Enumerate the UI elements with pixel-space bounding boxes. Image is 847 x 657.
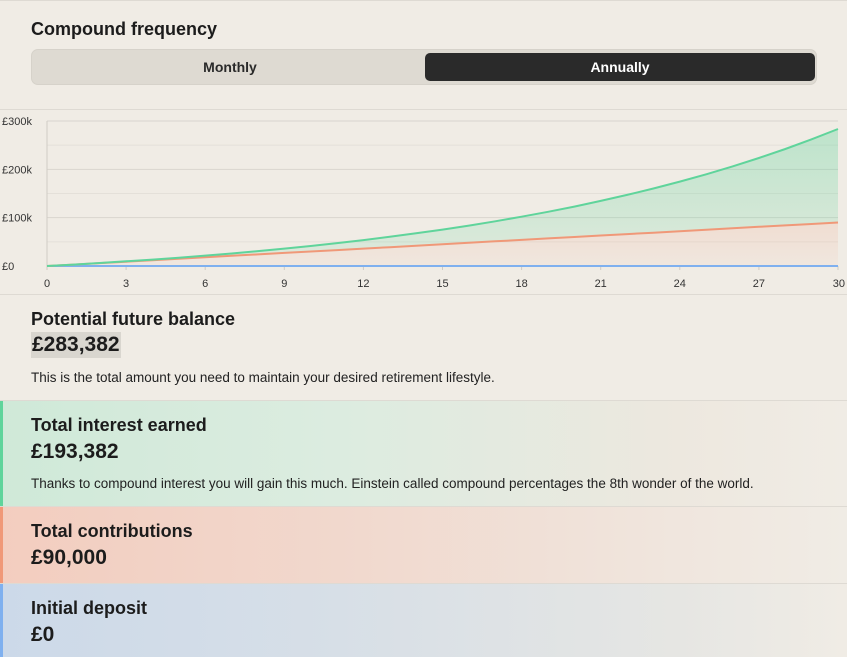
interest-earned-card: Total interest earned £193,382 Thanks to… [0, 401, 847, 507]
future-balance-description: This is the total amount you need to mai… [31, 370, 495, 385]
deposit-accent-bar [0, 584, 3, 657]
total-contributions-value: £90,000 [31, 546, 107, 569]
x-tick-label: 18 [515, 278, 527, 290]
x-tick-label: 21 [595, 278, 607, 290]
future-balance-card: Potential future balance £283,382 This i… [0, 295, 847, 401]
initial-deposit-label: Initial deposit [31, 598, 148, 618]
total-contributions-card: Total contributions £90,000 [0, 507, 847, 584]
total-contributions-label: Total contributions [31, 521, 193, 541]
frequency-option-annually[interactable]: Annually [425, 53, 815, 81]
x-tick-label: 12 [357, 278, 369, 290]
interest-earned-value: £193,382 [31, 440, 119, 463]
contributions-accent-bar [0, 507, 3, 583]
future-balance-label: Potential future balance [31, 309, 236, 329]
initial-deposit-value: £0 [31, 623, 55, 646]
growth-chart-svg: £0 £100k £200k £300k 0 3 6 9 12 15 18 21 24 27 30 [2, 116, 845, 290]
x-tick-label: 0 [44, 278, 50, 290]
frequency-toggle: Monthly Annually [31, 49, 817, 85]
interest-accent-bar [0, 401, 3, 506]
y-tick-label: £200k [2, 164, 32, 176]
interest-earned-label: Total interest earned [31, 415, 207, 435]
compound-frequency-title: Compound frequency [31, 19, 218, 39]
x-tick-label: 3 [123, 278, 129, 290]
x-tick-label: 6 [202, 278, 208, 290]
x-tick-label: 15 [436, 278, 448, 290]
x-tick-label: 30 [833, 278, 845, 290]
interest-earned-description: Thanks to compound interest you will gai… [31, 476, 754, 491]
y-tick-label: £0 [2, 261, 14, 273]
y-tick-label: £100k [2, 213, 32, 225]
initial-deposit-card: Initial deposit £0 [0, 584, 847, 657]
growth-chart: £0 £100k £200k £300k 0 3 6 9 12 15 18 21 24 27 30 [0, 109, 847, 295]
x-tick-label: 27 [753, 278, 765, 290]
x-tick-label: 9 [281, 278, 287, 290]
future-balance-value: £283,382 [31, 332, 121, 358]
x-tick-label: 24 [674, 278, 686, 290]
compound-frequency-section: Compound frequency Monthly Annually [0, 0, 847, 109]
y-tick-label: £300k [2, 116, 32, 128]
frequency-option-monthly[interactable]: Monthly [35, 53, 425, 81]
